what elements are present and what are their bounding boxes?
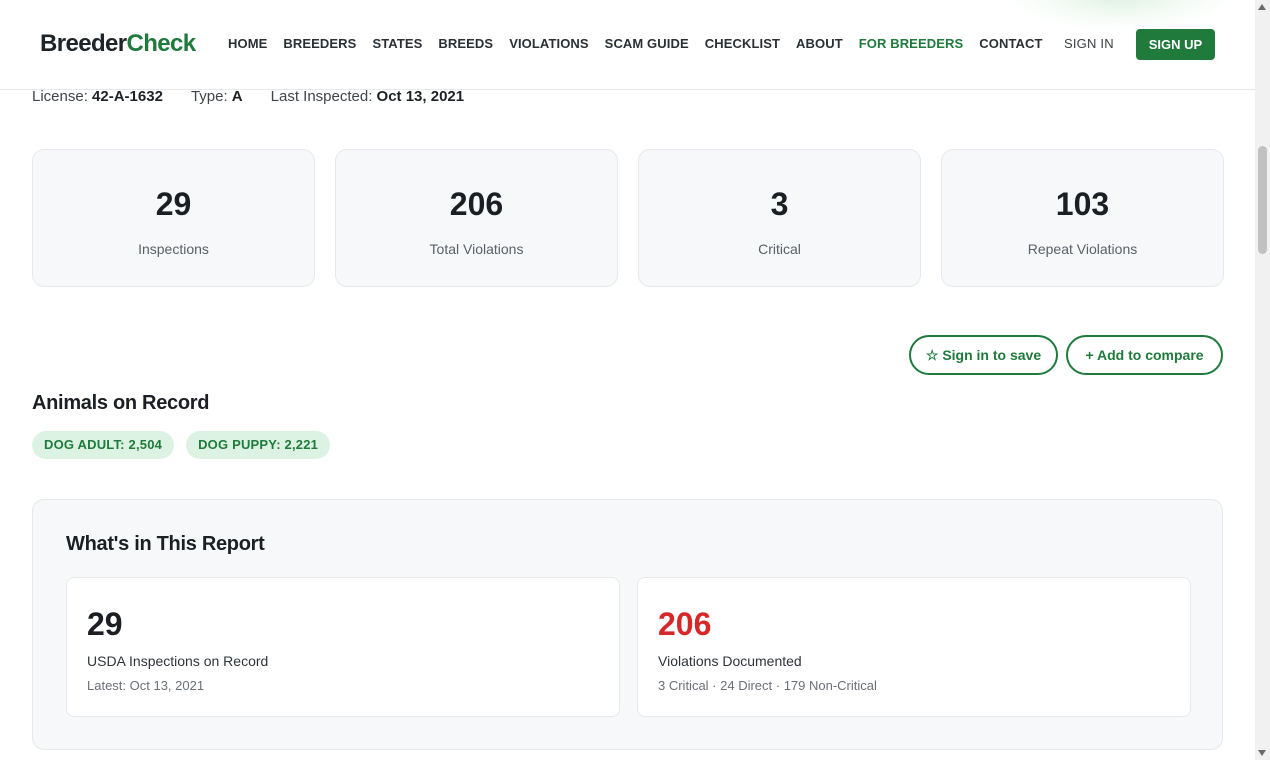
report-title: What's in This Report	[66, 533, 265, 555]
stat-value: 206	[449, 186, 504, 222]
scrollbar-thumb[interactable]	[1258, 146, 1267, 254]
last-inspected-value: Oct 13, 2021	[376, 88, 465, 105]
last-inspected-label: Last Inspected:	[270, 88, 373, 105]
stat-card-critical: 3 Critical	[638, 149, 921, 287]
page-scrollbar[interactable]	[1255, 0, 1270, 760]
stat-value: 103	[1055, 186, 1110, 222]
nav-item-contact[interactable]: CONTACT	[979, 36, 1042, 52]
stat-label: Critical	[758, 241, 801, 257]
report-inspections-sub: Latest: Oct 13, 2021	[87, 678, 205, 693]
animals-pill-list: DOG ADULT: 2,504 DOG PUPPY: 2,221	[32, 431, 331, 459]
report-card-inspections: 29 USDA Inspections on Record Latest: Oc…	[66, 577, 620, 717]
last-inspected-info: Last Inspected: Oct 13, 2021	[271, 88, 464, 106]
type-value: A	[231, 88, 243, 105]
site-header: BreederCheck HOME BREEDERS STATES BREEDS…	[0, 0, 1255, 90]
stat-value: 3	[770, 186, 789, 222]
sign-in-to-save-button[interactable]: ☆ Sign in to save	[909, 335, 1058, 375]
report-inspections-value: 29	[87, 606, 123, 642]
stat-value: 29	[155, 186, 192, 222]
sign-in-link[interactable]: SIGN IN	[1064, 36, 1114, 52]
animal-pill-dog-puppy: DOG PUPPY: 2,221	[186, 431, 331, 459]
report-summary-panel: What's in This Report 29 USDA Inspection…	[32, 499, 1223, 750]
nav-item-scam-guide[interactable]: SCAM GUIDE	[605, 36, 689, 52]
nav-item-for-breeders[interactable]: FOR BREEDERS	[859, 36, 964, 52]
logo-text-part2: Check	[126, 30, 197, 57]
scroll-down-arrow-icon[interactable]	[1258, 750, 1266, 756]
license-label: License:	[32, 88, 88, 105]
stat-card-inspections: 29 Inspections	[32, 149, 315, 287]
logo-text-part1: Breeder	[40, 30, 127, 57]
stats-row: 29 Inspections 206 Total Violations 3 Cr…	[32, 149, 1224, 287]
header-glow-decoration	[1010, 0, 1230, 30]
site-logo[interactable]: BreederCheck	[40, 30, 196, 58]
nav-item-checklist[interactable]: CHECKLIST	[705, 36, 780, 52]
sign-up-button[interactable]: SIGN UP	[1136, 29, 1215, 60]
animal-pill-dog-adult: DOG ADULT: 2,504	[32, 431, 175, 459]
report-violations-sub: 3 Critical · 24 Direct · 179 Non-Critica…	[658, 678, 877, 693]
stat-label: Inspections	[138, 241, 209, 257]
nav-item-breeders[interactable]: BREEDERS	[283, 36, 356, 52]
nav-item-violations[interactable]: VIOLATIONS	[509, 36, 588, 52]
report-card-violations: 206 Violations Documented 3 Critical · 2…	[637, 577, 1191, 717]
license-meta: License: 42-A-1632 Type: A Last Inspecte…	[32, 88, 464, 106]
stat-label: Repeat Violations	[1027, 241, 1138, 257]
type-info: Type: A	[191, 88, 243, 106]
nav-item-about[interactable]: ABOUT	[796, 36, 843, 52]
report-inspections-label: USDA Inspections on Record	[87, 653, 269, 669]
stat-card-total-violations: 206 Total Violations	[335, 149, 618, 287]
nav-item-states[interactable]: STATES	[372, 36, 422, 52]
animals-section-title: Animals on Record	[32, 392, 210, 414]
stat-card-repeat-violations: 103 Repeat Violations	[941, 149, 1224, 287]
report-violations-value: 206	[658, 606, 712, 642]
license-value: 42-A-1632	[92, 88, 163, 105]
type-label: Type:	[190, 88, 228, 105]
nav-item-home[interactable]: HOME	[228, 36, 267, 52]
stat-label: Total Violations	[429, 241, 524, 257]
scroll-up-arrow-icon[interactable]	[1258, 4, 1266, 10]
main-nav: HOME BREEDERS STATES BREEDS VIOLATIONS S…	[228, 36, 1059, 52]
add-to-compare-button[interactable]: + Add to compare	[1066, 335, 1223, 375]
license-info: License: 42-A-1632	[32, 88, 163, 106]
report-violations-label: Violations Documented	[658, 653, 802, 669]
nav-item-breeds[interactable]: BREEDS	[438, 36, 493, 52]
